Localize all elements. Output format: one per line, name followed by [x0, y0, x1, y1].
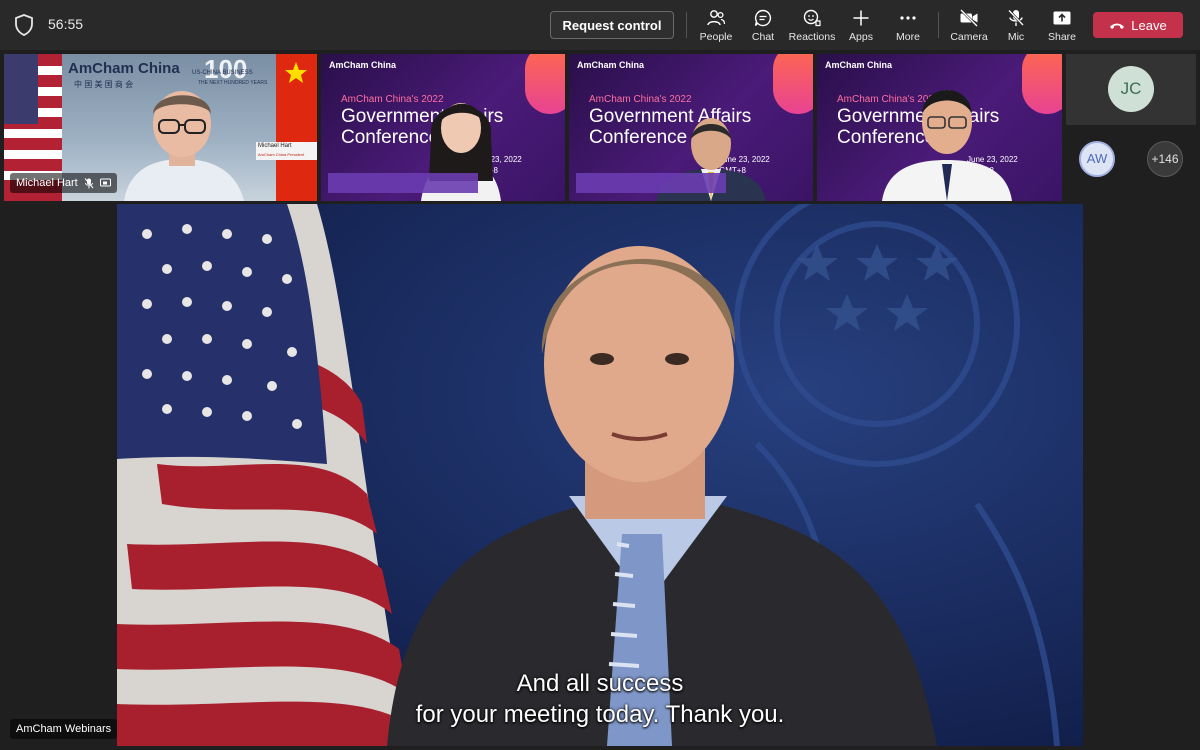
divider	[938, 12, 939, 38]
apps-label: Apps	[849, 31, 873, 43]
request-control-button[interactable]: Request control	[550, 11, 674, 39]
share-label: Share	[1047, 31, 1077, 43]
reactions-button[interactable]: Reactions	[787, 6, 837, 46]
participant-tile-4[interactable]: AmCham China AmCham China's 2022 Governm…	[817, 54, 1062, 201]
participant-tile-jc[interactable]: JC	[1066, 54, 1196, 125]
backdrop-brand: AmCham China	[68, 60, 180, 77]
shield-icon	[15, 14, 33, 36]
decorative-shape	[1022, 54, 1062, 114]
people-label: People	[699, 31, 733, 43]
meeting-timer: 56:55	[48, 16, 84, 32]
screen-share-icon	[99, 178, 111, 187]
participant-name-label: Michael Hart	[10, 173, 117, 193]
conference-brand: AmCham China	[577, 60, 645, 70]
more-participants-button[interactable]: +146	[1147, 141, 1183, 177]
mic-off-icon	[84, 177, 94, 188]
backdrop-tagline-2: THE NEXT HUNDRED YEARS	[198, 80, 268, 86]
plus-icon	[853, 10, 869, 26]
chat-label: Chat	[751, 31, 775, 43]
participant-name: Michael Hart	[16, 177, 78, 189]
more-label: More	[896, 31, 920, 43]
camera-label: Camera	[950, 31, 988, 43]
name-banner	[328, 173, 478, 193]
mic-off-icon	[1008, 9, 1024, 26]
participant-video	[882, 90, 1012, 201]
people-icon	[707, 10, 726, 26]
mic-label: Mic	[1007, 31, 1025, 43]
caption-line-1: And all success	[516, 670, 684, 697]
reactions-icon	[803, 9, 821, 27]
leave-label: Leave	[1131, 17, 1167, 33]
nameplate-title: AmCham China President	[258, 152, 305, 157]
backdrop-brand-chinese: 中 国 美 国 商 会	[74, 80, 134, 89]
reactions-label: Reactions	[788, 31, 836, 43]
nameplate: Michael Hart AmCham China President	[256, 142, 317, 160]
stage-video-frame	[117, 204, 1083, 746]
apps-button[interactable]: Apps	[836, 6, 886, 46]
conference-brand: AmCham China	[825, 60, 893, 70]
more-button[interactable]: More	[883, 6, 933, 46]
caption-line-2: for your meeting today. Thank you.	[415, 701, 785, 728]
camera-icon	[960, 9, 978, 27]
more-icon	[900, 16, 916, 20]
share-button[interactable]: Share	[1037, 6, 1087, 46]
main-video-stage: And all success for your meeting today. …	[117, 204, 1083, 746]
name-banner	[576, 173, 726, 193]
decorative-shape	[525, 54, 565, 114]
chat-icon	[754, 9, 772, 27]
backdrop-tagline-1: US-CHINA BUSINESS	[192, 70, 253, 76]
divider	[686, 12, 687, 38]
nameplate-name: Michael Hart	[258, 143, 292, 149]
camera-button[interactable]: Camera	[944, 6, 994, 46]
avatar-aw[interactable]: AW	[1079, 141, 1115, 177]
share-icon	[1053, 11, 1071, 25]
stage-presenter-label: AmCham Webinars	[10, 719, 118, 739]
people-button[interactable]: People	[691, 6, 741, 46]
meeting-toolbar: 56:55 Request control People Chat Reacti…	[0, 0, 1200, 50]
participant-tile-michael-hart[interactable]: AmCham China 中 国 美 国 商 会 100 US-CHINA BU…	[4, 54, 317, 201]
chat-button[interactable]: Chat	[738, 6, 788, 46]
phone-hangup-icon	[1110, 23, 1125, 30]
conference-brand: AmCham China	[329, 60, 397, 70]
decorative-shape	[773, 54, 813, 114]
participant-tile-3[interactable]: AmCham China AmCham China's 2022 Governm…	[569, 54, 813, 201]
conference-subtitle: AmCham China's 2022	[589, 94, 692, 105]
avatar: JC	[1108, 66, 1154, 112]
participant-tile-2[interactable]: AmCham China AmCham China's 2022 Governm…	[321, 54, 565, 201]
mic-button[interactable]: Mic	[991, 6, 1041, 46]
leave-button[interactable]: Leave	[1093, 12, 1183, 38]
